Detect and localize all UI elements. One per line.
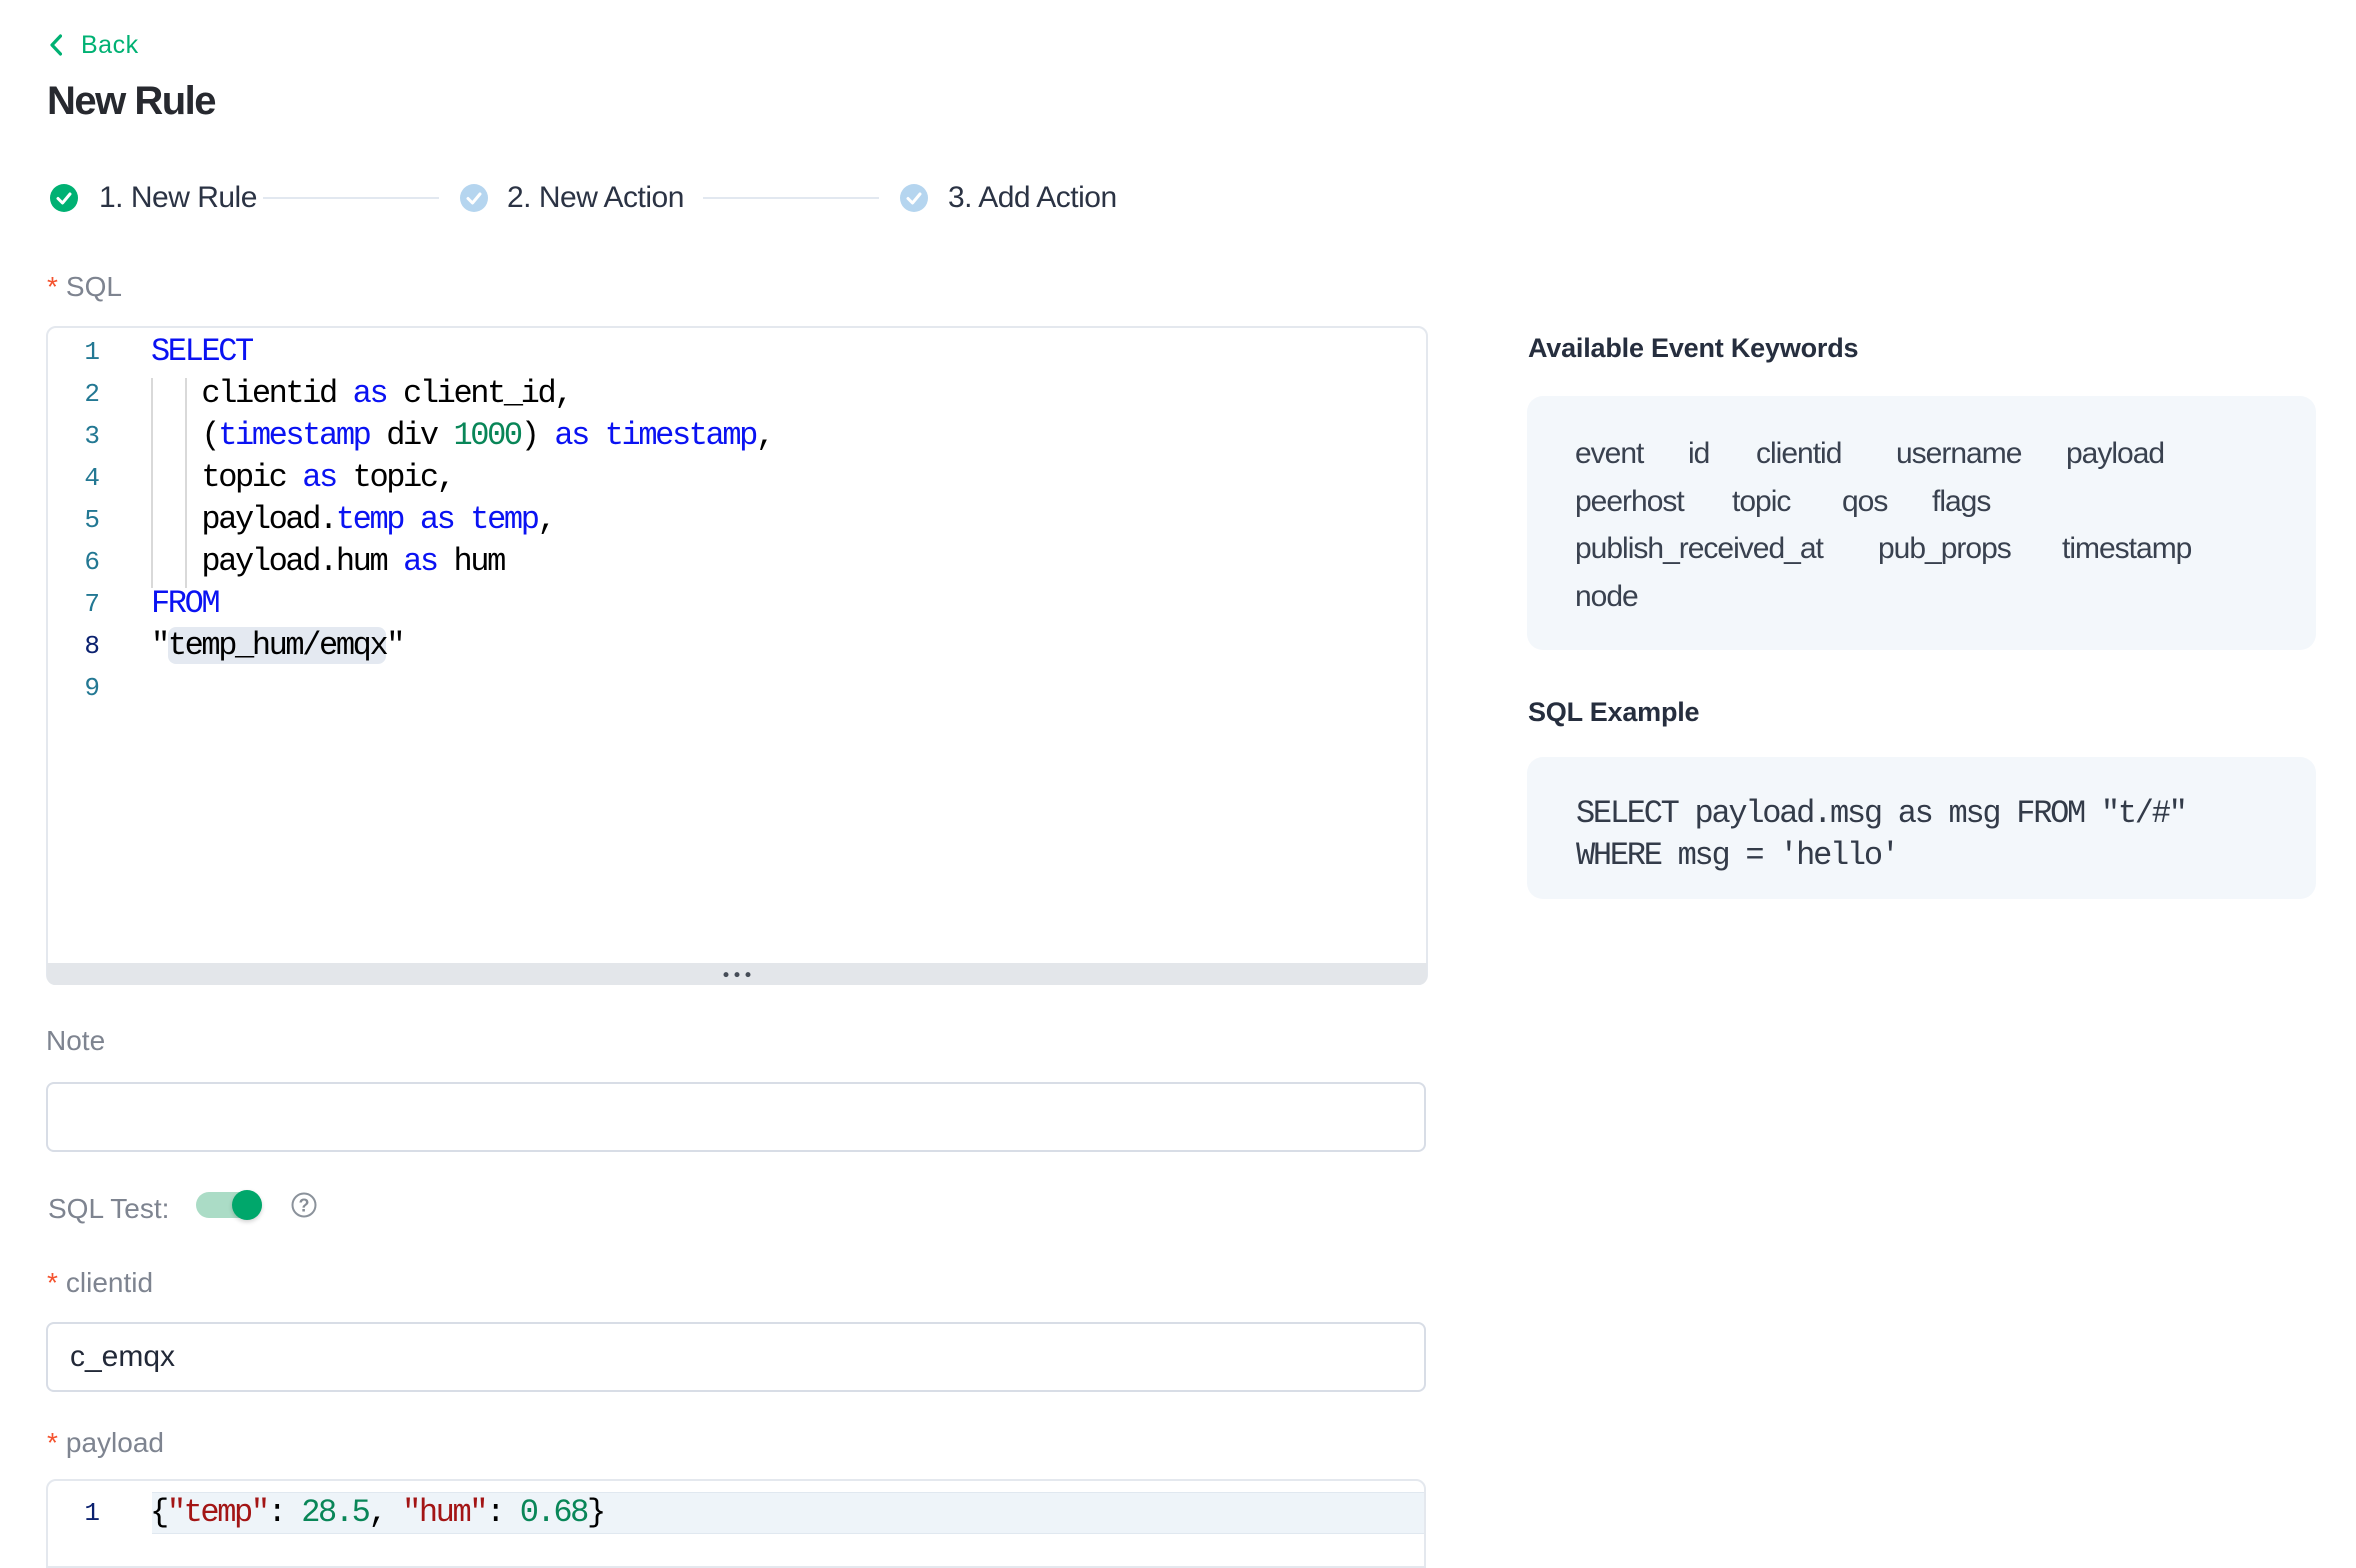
svg-text:?: ?: [299, 1196, 310, 1216]
